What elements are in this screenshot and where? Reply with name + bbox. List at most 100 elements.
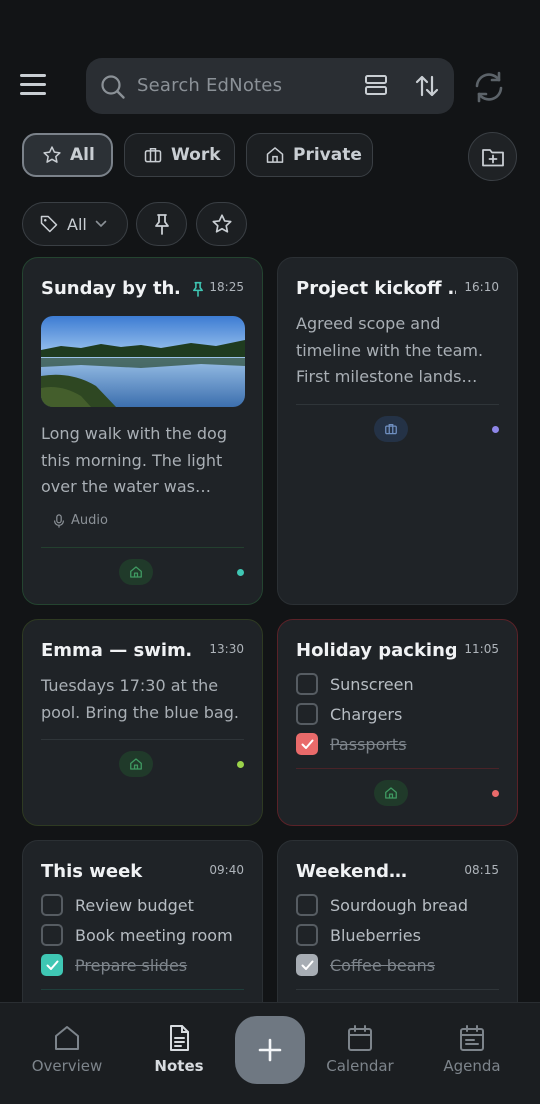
checklist-item[interactable]: Passports (296, 732, 407, 756)
note-icon (170, 1025, 189, 1051)
note-time: 09:40 (209, 863, 244, 877)
home-icon (266, 147, 284, 163)
color-dot (237, 569, 244, 576)
color-dot (492, 426, 499, 433)
checklist-item[interactable]: Review budget (41, 893, 194, 917)
nav-notes[interactable]: Notes (124, 1023, 234, 1075)
divider (296, 989, 499, 990)
favorites-filter-button[interactable] (196, 202, 247, 246)
star-icon (43, 146, 61, 163)
note-body: Long walk with the dog this morning. The… (41, 424, 227, 496)
home-icon (385, 787, 397, 799)
chevron-down-icon (95, 220, 107, 228)
category-badge (119, 559, 153, 585)
pinned-filter-button[interactable] (136, 202, 187, 246)
color-dot (492, 790, 499, 797)
filter-work-label: Work (171, 145, 221, 165)
divider (296, 404, 499, 405)
attachment-label: Audio (71, 513, 108, 528)
nav-agenda-label: Agenda (443, 1057, 501, 1075)
view-toggle-icon[interactable] (364, 74, 388, 96)
checkbox[interactable] (41, 894, 63, 916)
divider (41, 547, 244, 548)
pin-icon (154, 214, 169, 235)
checkbox[interactable] (296, 894, 318, 916)
checkbox[interactable] (296, 954, 318, 976)
plus-icon (258, 1038, 282, 1062)
nav-calendar[interactable]: Calendar (305, 1023, 415, 1075)
note-body: Tuesdays 17:30 at the pool. Bring the bl… (41, 676, 239, 722)
search-bar[interactable]: Search EdNotes (86, 58, 454, 114)
nav-overview[interactable]: Overview (12, 1023, 122, 1075)
color-dot (237, 761, 244, 768)
note-time: 18:25 (209, 280, 244, 294)
checkbox[interactable] (41, 924, 63, 946)
filter-all-label: All (70, 145, 95, 165)
note-title: Holiday packing (296, 640, 456, 661)
tag-filters: All (22, 202, 322, 246)
agenda-icon (460, 1025, 484, 1051)
filter-private-chip[interactable]: Private (246, 133, 373, 177)
note-title: Emma — swim… (41, 640, 191, 661)
nav-calendar-label: Calendar (326, 1057, 394, 1075)
top-bar: Search EdNotes (0, 58, 540, 116)
new-folder-button[interactable] (468, 132, 517, 181)
pin-icon (193, 281, 203, 297)
home-icon (130, 758, 142, 770)
checklist-item[interactable]: Sunscreen (296, 672, 414, 696)
checklist-item[interactable]: Blueberries (296, 923, 421, 947)
checklist-item[interactable]: Chargers (296, 702, 402, 726)
search-input[interactable]: Search EdNotes (137, 75, 282, 96)
note-card[interactable]: Emma — swim… 13:30 Tuesdays 17:30 at the… (22, 619, 263, 826)
category-badge (374, 780, 408, 806)
tag-filter-label: All (67, 214, 87, 234)
search-icon (101, 75, 125, 99)
check-icon (301, 960, 313, 970)
note-time: 08:15 (464, 863, 499, 877)
checkbox[interactable] (296, 924, 318, 946)
nav-notes-label: Notes (154, 1057, 204, 1075)
home-icon (55, 1026, 79, 1050)
microphone-icon (54, 513, 64, 528)
nav-agenda[interactable]: Agenda (417, 1023, 527, 1075)
note-title: Weekend… (296, 861, 408, 882)
filter-private-label: Private (293, 145, 362, 165)
note-title: Sunday by th… (41, 278, 181, 299)
filter-all-chip[interactable]: All (22, 133, 113, 177)
briefcase-icon (385, 423, 397, 435)
home-icon (130, 566, 142, 578)
note-time: 11:05 (464, 642, 499, 656)
checkbox[interactable] (296, 703, 318, 725)
filter-work-chip[interactable]: Work (124, 133, 235, 177)
divider (41, 989, 244, 990)
tag-filter-dropdown[interactable]: All (22, 202, 128, 246)
checkbox[interactable] (296, 673, 318, 695)
note-card[interactable]: Sunday by th… 18:25 Long walk with the d… (22, 257, 263, 605)
note-card[interactable]: Project kickoff … 16:10 Agreed scope and… (277, 257, 518, 605)
note-time: 16:10 (464, 280, 499, 294)
category-badge (374, 416, 408, 442)
checkbox[interactable] (296, 733, 318, 755)
audio-attachment[interactable]: Audio (53, 513, 108, 528)
menu-button[interactable] (20, 74, 48, 98)
hamburger-icon (20, 74, 46, 77)
note-title: This week (41, 861, 143, 882)
note-body: Agreed scope and timeline with the team.… (296, 314, 484, 386)
note-time: 13:30 (209, 642, 244, 656)
calendar-icon (348, 1025, 372, 1051)
checkbox[interactable] (41, 954, 63, 976)
add-note-button[interactable] (235, 1016, 305, 1084)
checklist-item[interactable]: Book meeting room (41, 923, 233, 947)
divider (41, 739, 244, 740)
checklist-item[interactable]: Prepare slides (41, 953, 187, 977)
bottom-navigation: Overview Notes Calendar Agenda (0, 1002, 540, 1104)
checklist-item[interactable]: Sourdough bread (296, 893, 468, 917)
folder-plus-icon (481, 148, 504, 166)
sync-icon[interactable] (472, 70, 506, 104)
sort-icon[interactable] (414, 73, 440, 99)
check-icon (301, 739, 313, 749)
category-filters: All Work Private (22, 132, 522, 181)
note-card[interactable]: Holiday packing 11:05 Sunscreen Chargers… (277, 619, 518, 826)
check-icon (46, 960, 58, 970)
checklist-item[interactable]: Coffee beans (296, 953, 435, 977)
